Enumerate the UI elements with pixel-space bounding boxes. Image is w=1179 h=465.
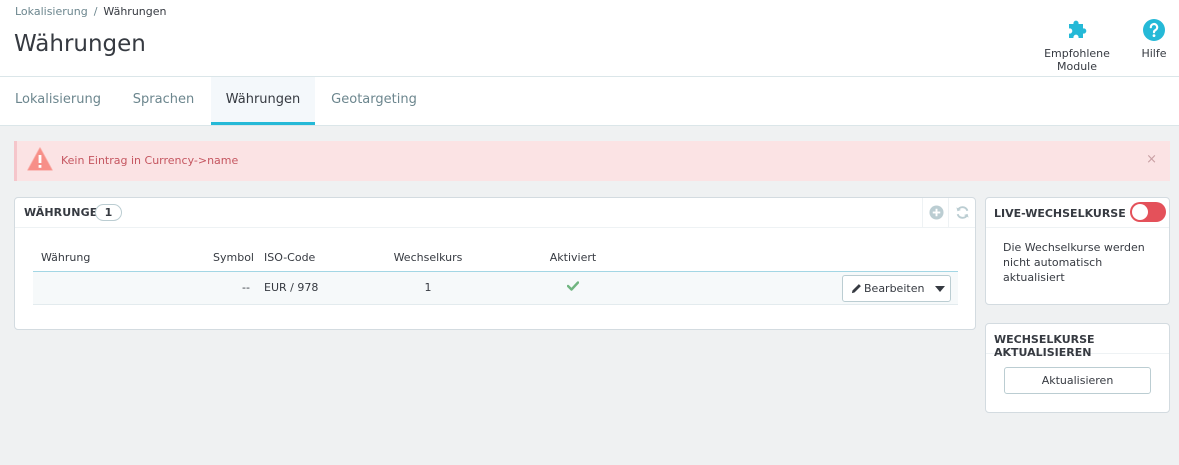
row-actions-dropdown-toggle[interactable] (929, 276, 951, 301)
column-header-symbol[interactable]: Symbol (213, 251, 254, 264)
iso-code-cell: EUR / 978 (264, 281, 319, 294)
row-actions: Bearbeiten (842, 275, 951, 302)
page-header: Lokalisierung / Währungen Währungen Empfoh… (0, 0, 1179, 77)
breadcrumb-current: Währungen (103, 5, 167, 18)
column-header-exchange-rate[interactable]: Wechselkurs (373, 251, 483, 264)
edit-button-label: Bearbeiten (864, 282, 925, 295)
refresh-icon (956, 206, 969, 219)
update-rates-title: WECHSELKURSE AKTUALISIEREN (994, 333, 1095, 359)
live-rates-panel: LIVE-WECHSELKURSE Die Wechselkurse werde… (985, 197, 1170, 305)
alert-message: Kein Eintrag in Currency->name (61, 154, 239, 167)
currencies-panel-header: WÄHRUNGEN 1 (15, 198, 975, 228)
caret-down-icon (935, 286, 945, 292)
update-rates-button[interactable]: Aktualisieren (1004, 367, 1151, 394)
currencies-panel: WÄHRUNGEN 1 Währung Symbol ISO-Code Wech… (14, 197, 976, 330)
edit-button[interactable]: Bearbeiten (843, 276, 929, 301)
error-alert: Kein Eintrag in Currency->name × (14, 141, 1170, 181)
breadcrumb-separator: / (93, 5, 98, 18)
symbol-cell: -- (242, 281, 250, 294)
tab-languages[interactable]: Sprachen (116, 77, 211, 125)
column-header-currency[interactable]: Währung (41, 251, 90, 264)
add-currency-button[interactable] (922, 198, 948, 228)
tab-bar: Lokalisierung Sprachen Währungen Geotarg… (0, 77, 1179, 126)
breadcrumb-parent-link[interactable]: Lokalisierung (15, 5, 88, 18)
column-header-enabled[interactable]: Aktiviert (528, 251, 618, 264)
add-circle-icon (929, 205, 944, 220)
update-rates-panel: WECHSELKURSE AKTUALISIEREN Aktualisieren (985, 323, 1170, 413)
tab-localization[interactable]: Lokalisierung (0, 77, 116, 125)
pencil-icon (851, 284, 861, 294)
live-rates-description: Die Wechselkurse werden nicht automatisc… (1003, 241, 1145, 284)
help-button[interactable]: Hilfe (1140, 18, 1168, 60)
page-title: Währungen (14, 31, 146, 57)
column-header-iso-code[interactable]: ISO-Code (264, 251, 315, 264)
help-label: Hilfe (1141, 47, 1167, 60)
check-icon (566, 281, 580, 291)
refresh-button[interactable] (948, 198, 974, 228)
panel-actions (922, 198, 975, 228)
exchange-rate-cell: 1 (424, 281, 432, 294)
tab-currencies[interactable]: Währungen (211, 77, 315, 125)
update-rates-panel-header: WECHSELKURSE AKTUALISIEREN (986, 324, 1169, 359)
recommended-modules-button[interactable]: Empfohlene Module (1025, 18, 1129, 73)
close-icon[interactable]: × (1146, 152, 1157, 167)
enabled-cell[interactable] (528, 281, 618, 294)
puzzle-icon (1069, 20, 1087, 38)
live-rates-toggle[interactable] (1130, 202, 1166, 222)
live-rates-panel-header: LIVE-WECHSELKURSE (986, 198, 1169, 228)
question-circle-icon (1143, 19, 1165, 41)
recommended-modules-label: Empfohlene Module (1044, 47, 1110, 73)
tab-geotargeting[interactable]: Geotargeting (315, 77, 433, 125)
live-rates-title: LIVE-WECHSELKURSE (994, 207, 1126, 220)
table-row[interactable]: -- EUR / 978 1 Bearbeiten (33, 272, 958, 305)
breadcrumb: Lokalisierung / Währungen (15, 5, 167, 18)
table-header: Währung Symbol ISO-Code Wechselkurs Akti… (33, 242, 958, 272)
warning-triangle-icon (27, 147, 53, 171)
currency-count-badge: 1 (95, 204, 122, 221)
toggle-knob (1132, 204, 1148, 220)
